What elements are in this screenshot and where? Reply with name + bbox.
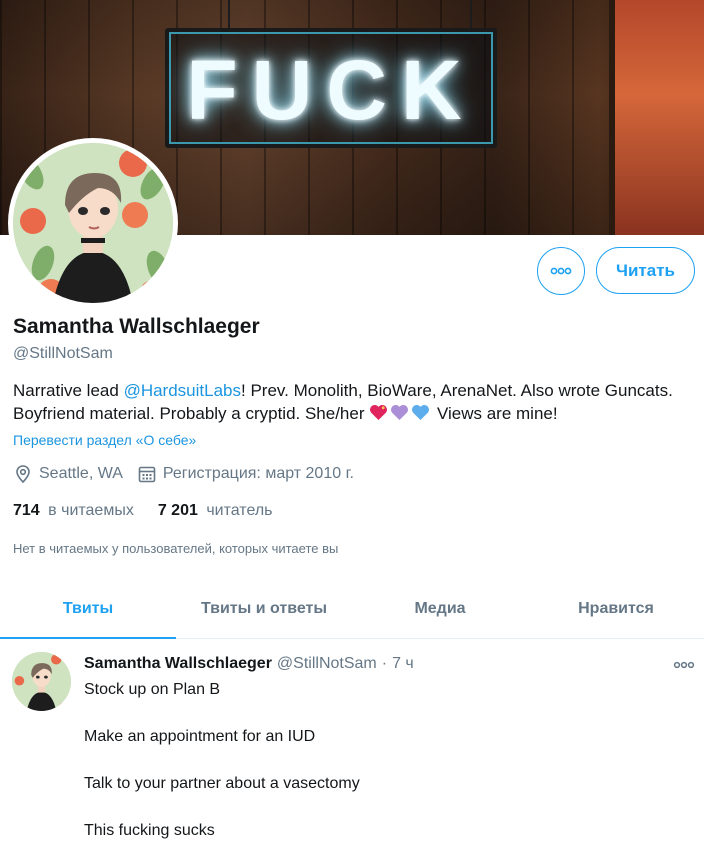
profile-meta: Seattle, WA Регистрация: март 2010 г. [13,464,368,484]
avatar-illustration [12,652,71,711]
following-link[interactable]: 714 в читаемых [13,502,134,520]
blue-heart-icon [412,404,430,421]
following-label: в читаемых [48,502,134,519]
avatar-illustration [13,143,173,303]
more-options-button[interactable] [537,247,585,295]
more-horizontal-icon [550,267,572,275]
purple-heart-icon [391,404,409,421]
location-pin-icon [16,465,30,484]
profile-stats: 714 в читаемых 7 201 читатель [13,502,296,520]
more-horizontal-icon [673,661,695,669]
tab-tweets-and-replies[interactable]: Твиты и ответы [176,580,352,638]
banner-wire [470,0,472,30]
follow-button[interactable]: Читать [596,247,695,294]
calendar-icon [138,466,156,483]
followers-link[interactable]: 7 201 читатель [158,502,273,520]
bio-mention-link[interactable]: @HardsuitLabs [124,381,241,400]
following-count: 714 [13,502,40,519]
tab-likes[interactable]: Нравится [528,580,704,638]
neon-sign-text: FUCK [186,43,476,137]
profile-bio: Narrative lead @HardsuitLabs! Prev. Mono… [13,379,693,425]
tweet-timestamp[interactable]: 7 ч [392,655,414,673]
bio-text: Views are mine! [432,404,558,423]
followers-count: 7 201 [157,502,198,519]
sparkling-heart-icon [370,404,388,421]
followers-label: читатель [206,502,273,519]
location-text: Seattle, WA [39,465,123,482]
translate-bio-link[interactable]: Перевести раздел «О себе» [13,432,196,448]
neon-sign: FUCK [165,28,497,148]
profile-avatar[interactable] [8,138,178,308]
location-item: Seattle, WA [13,464,123,484]
tweet-text-line: This fucking sucks [84,822,215,839]
tab-media[interactable]: Медиа [352,580,528,638]
tweet-author-handle[interactable]: @StillNotSam [277,655,377,673]
profile-handle: @StillNotSam [13,345,113,362]
followed-by-note: Нет в читаемых у пользователей, которых … [13,541,339,556]
banner-wire [228,0,230,30]
bio-text: Narrative lead [13,381,124,400]
tweet-more-button[interactable] [672,658,696,672]
profile-name: Samantha Wallschlaeger [13,315,260,338]
tweet-header: Samantha Wallschlaeger @StillNotSam · 7 … [84,655,414,673]
joined-text: Регистрация: март 2010 г. [162,465,354,482]
tweet-author-name[interactable]: Samantha Wallschlaeger [84,655,272,673]
tab-tweets[interactable]: Твиты [0,580,176,639]
banner-window [609,0,704,235]
tweet-text-line: Talk to your partner about a vasectomy [84,775,360,792]
joined-item: Регистрация: март 2010 г. [137,464,354,484]
tweet-avatar[interactable] [12,652,71,711]
tweet-separator: · [381,655,388,672]
tweet-text-line: Make an appointment for an IUD [84,728,316,745]
profile-tabs: Твиты Твиты и ответы Медиа Нравится [0,580,704,639]
tweet-text-line: Stock up on Plan B [84,681,221,698]
